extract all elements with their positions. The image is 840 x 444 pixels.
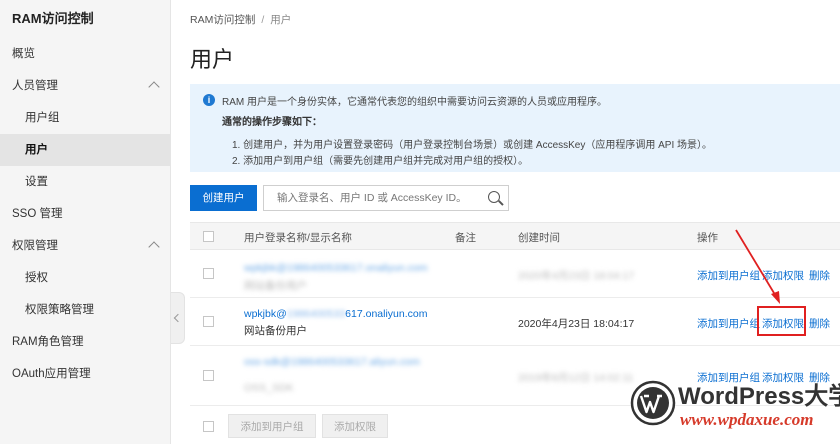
user-login-name[interactable]: wpkjbk@1986400533617.onaliyun.com (244, 308, 427, 320)
delete-link[interactable]: 删除 (809, 316, 830, 331)
user-display-name: 网站备份用户 (244, 325, 307, 337)
add-to-group-link[interactable]: 添加到用户组 (697, 316, 760, 331)
info-step-1: 1. 创建用户，并为用户设置登录密码（用户登录控制台场景）或创建 AccessK… (232, 140, 713, 151)
row-checkbox[interactable] (203, 268, 214, 279)
create-user-button[interactable]: 创建用户 (190, 185, 257, 211)
sidebar-item-ram-roles[interactable]: RAM角色管理 (0, 326, 170, 358)
sidebar-item-people-management[interactable]: 人员管理 (0, 70, 170, 102)
info-step-2: 2. 添加用户到用户组（需要先创建用户组并完成对用户组的授权）。 (232, 156, 529, 167)
user-login-name[interactable]: oss-sdk@1986400533617.aliyun.com (244, 356, 420, 368)
user-display-name: OSS_SDK (244, 382, 294, 394)
column-header-remark: 备注 (455, 232, 476, 244)
sidebar-item-oauth-apps[interactable]: OAuth应用管理 (0, 358, 170, 390)
delete-link[interactable]: 删除 (809, 268, 830, 283)
info-banner: i RAM 用户是一个身份实体，它通常代表您的组织中需要访问云资源的人员或应用程… (190, 84, 840, 172)
sidebar-item-users[interactable]: 用户 (0, 134, 170, 166)
user-created-time: 2020年4月23日 18:04:17 (518, 318, 635, 330)
sidebar: RAM访问控制 概览 人员管理 用户组 用户 设置 SSO 管理 权限管理 授权… (0, 0, 171, 444)
sidebar-item-policies[interactable]: 权限策略管理 (0, 294, 170, 326)
user-display-name: 网站备份用户 (244, 280, 307, 292)
add-to-group-link[interactable]: 添加到用户组 (697, 268, 760, 283)
sidebar-title[interactable]: RAM访问控制 (0, 0, 170, 38)
sidebar-collapse-toggle[interactable] (171, 292, 185, 344)
bulk-add-permission-button[interactable]: 添加权限 (322, 414, 388, 438)
info-intro: RAM 用户是一个身份实体，它通常代表您的组织中需要访问云资源的人员或应用程序。 (222, 97, 607, 108)
sidebar-item-user-groups[interactable]: 用户组 (0, 102, 170, 134)
chevron-left-icon (173, 313, 183, 323)
login-masked: 1986400533 (286, 308, 346, 320)
breadcrumb: RAM访问控制 / 用户 (190, 12, 291, 27)
watermark-url: www.wpdaxue.com (680, 410, 814, 429)
sidebar-item-permission-management[interactable]: 权限管理 (0, 230, 170, 262)
bulk-add-to-group-button[interactable]: 添加到用户组 (228, 414, 316, 438)
sidebar-item-label: 权限管理 (12, 240, 58, 252)
select-all-checkbox[interactable] (203, 231, 214, 242)
user-login-name[interactable]: wpkjbk@1986400533617.onaliyun.com (244, 262, 427, 274)
add-permission-link[interactable]: 添加权限 (762, 268, 804, 283)
annotation-highlight-box (757, 306, 806, 336)
table-header: 用户登录名称/显示名称 备注 创建时间 操作 (190, 222, 840, 250)
user-created-time: 2020年4月23日 18:04:17 (518, 270, 635, 282)
login-suffix: 617.onaliyun.com (345, 308, 428, 320)
column-header-actions: 操作 (697, 232, 718, 244)
table-row: wpkjbk@1986400533617.onaliyun.com 网站备份用户… (190, 250, 840, 298)
breadcrumb-current: 用户 (270, 14, 292, 26)
watermark: WordPress大学 www.wpdaxue.com (626, 374, 840, 444)
breadcrumb-separator: / (261, 14, 265, 26)
sidebar-item-overview[interactable]: 概览 (0, 38, 170, 70)
sidebar-item-label: 人员管理 (12, 80, 58, 92)
column-header-created: 创建时间 (518, 232, 560, 244)
page-title: 用户 (190, 47, 235, 72)
search-input[interactable] (264, 186, 479, 210)
row-checkbox[interactable] (203, 316, 214, 327)
breadcrumb-root[interactable]: RAM访问控制 (190, 14, 255, 26)
login-prefix: wpkjbk@ (244, 308, 287, 320)
info-icon: i (203, 94, 215, 106)
table-row: wpkjbk@1986400533617.onaliyun.com 网站备份用户… (190, 298, 840, 346)
chevron-up-icon[interactable] (148, 241, 160, 253)
search-icon[interactable] (488, 191, 500, 203)
column-header-name: 用户登录名称/显示名称 (244, 232, 352, 244)
row-checkbox[interactable] (203, 370, 214, 381)
search-box (263, 185, 509, 211)
sidebar-item-settings[interactable]: 设置 (0, 166, 170, 198)
info-steps-title: 通常的操作步骤如下： (222, 117, 322, 128)
bulk-select-checkbox[interactable] (203, 421, 214, 432)
sidebar-item-sso[interactable]: SSO 管理 (0, 198, 170, 230)
wordpress-logo-icon (630, 380, 676, 426)
watermark-brand: WordPress大学 (678, 383, 840, 410)
user-created-time: 2019年8月12日 14:02:11 (518, 372, 634, 384)
chevron-up-icon[interactable] (148, 81, 160, 93)
sidebar-item-authorization[interactable]: 授权 (0, 262, 170, 294)
